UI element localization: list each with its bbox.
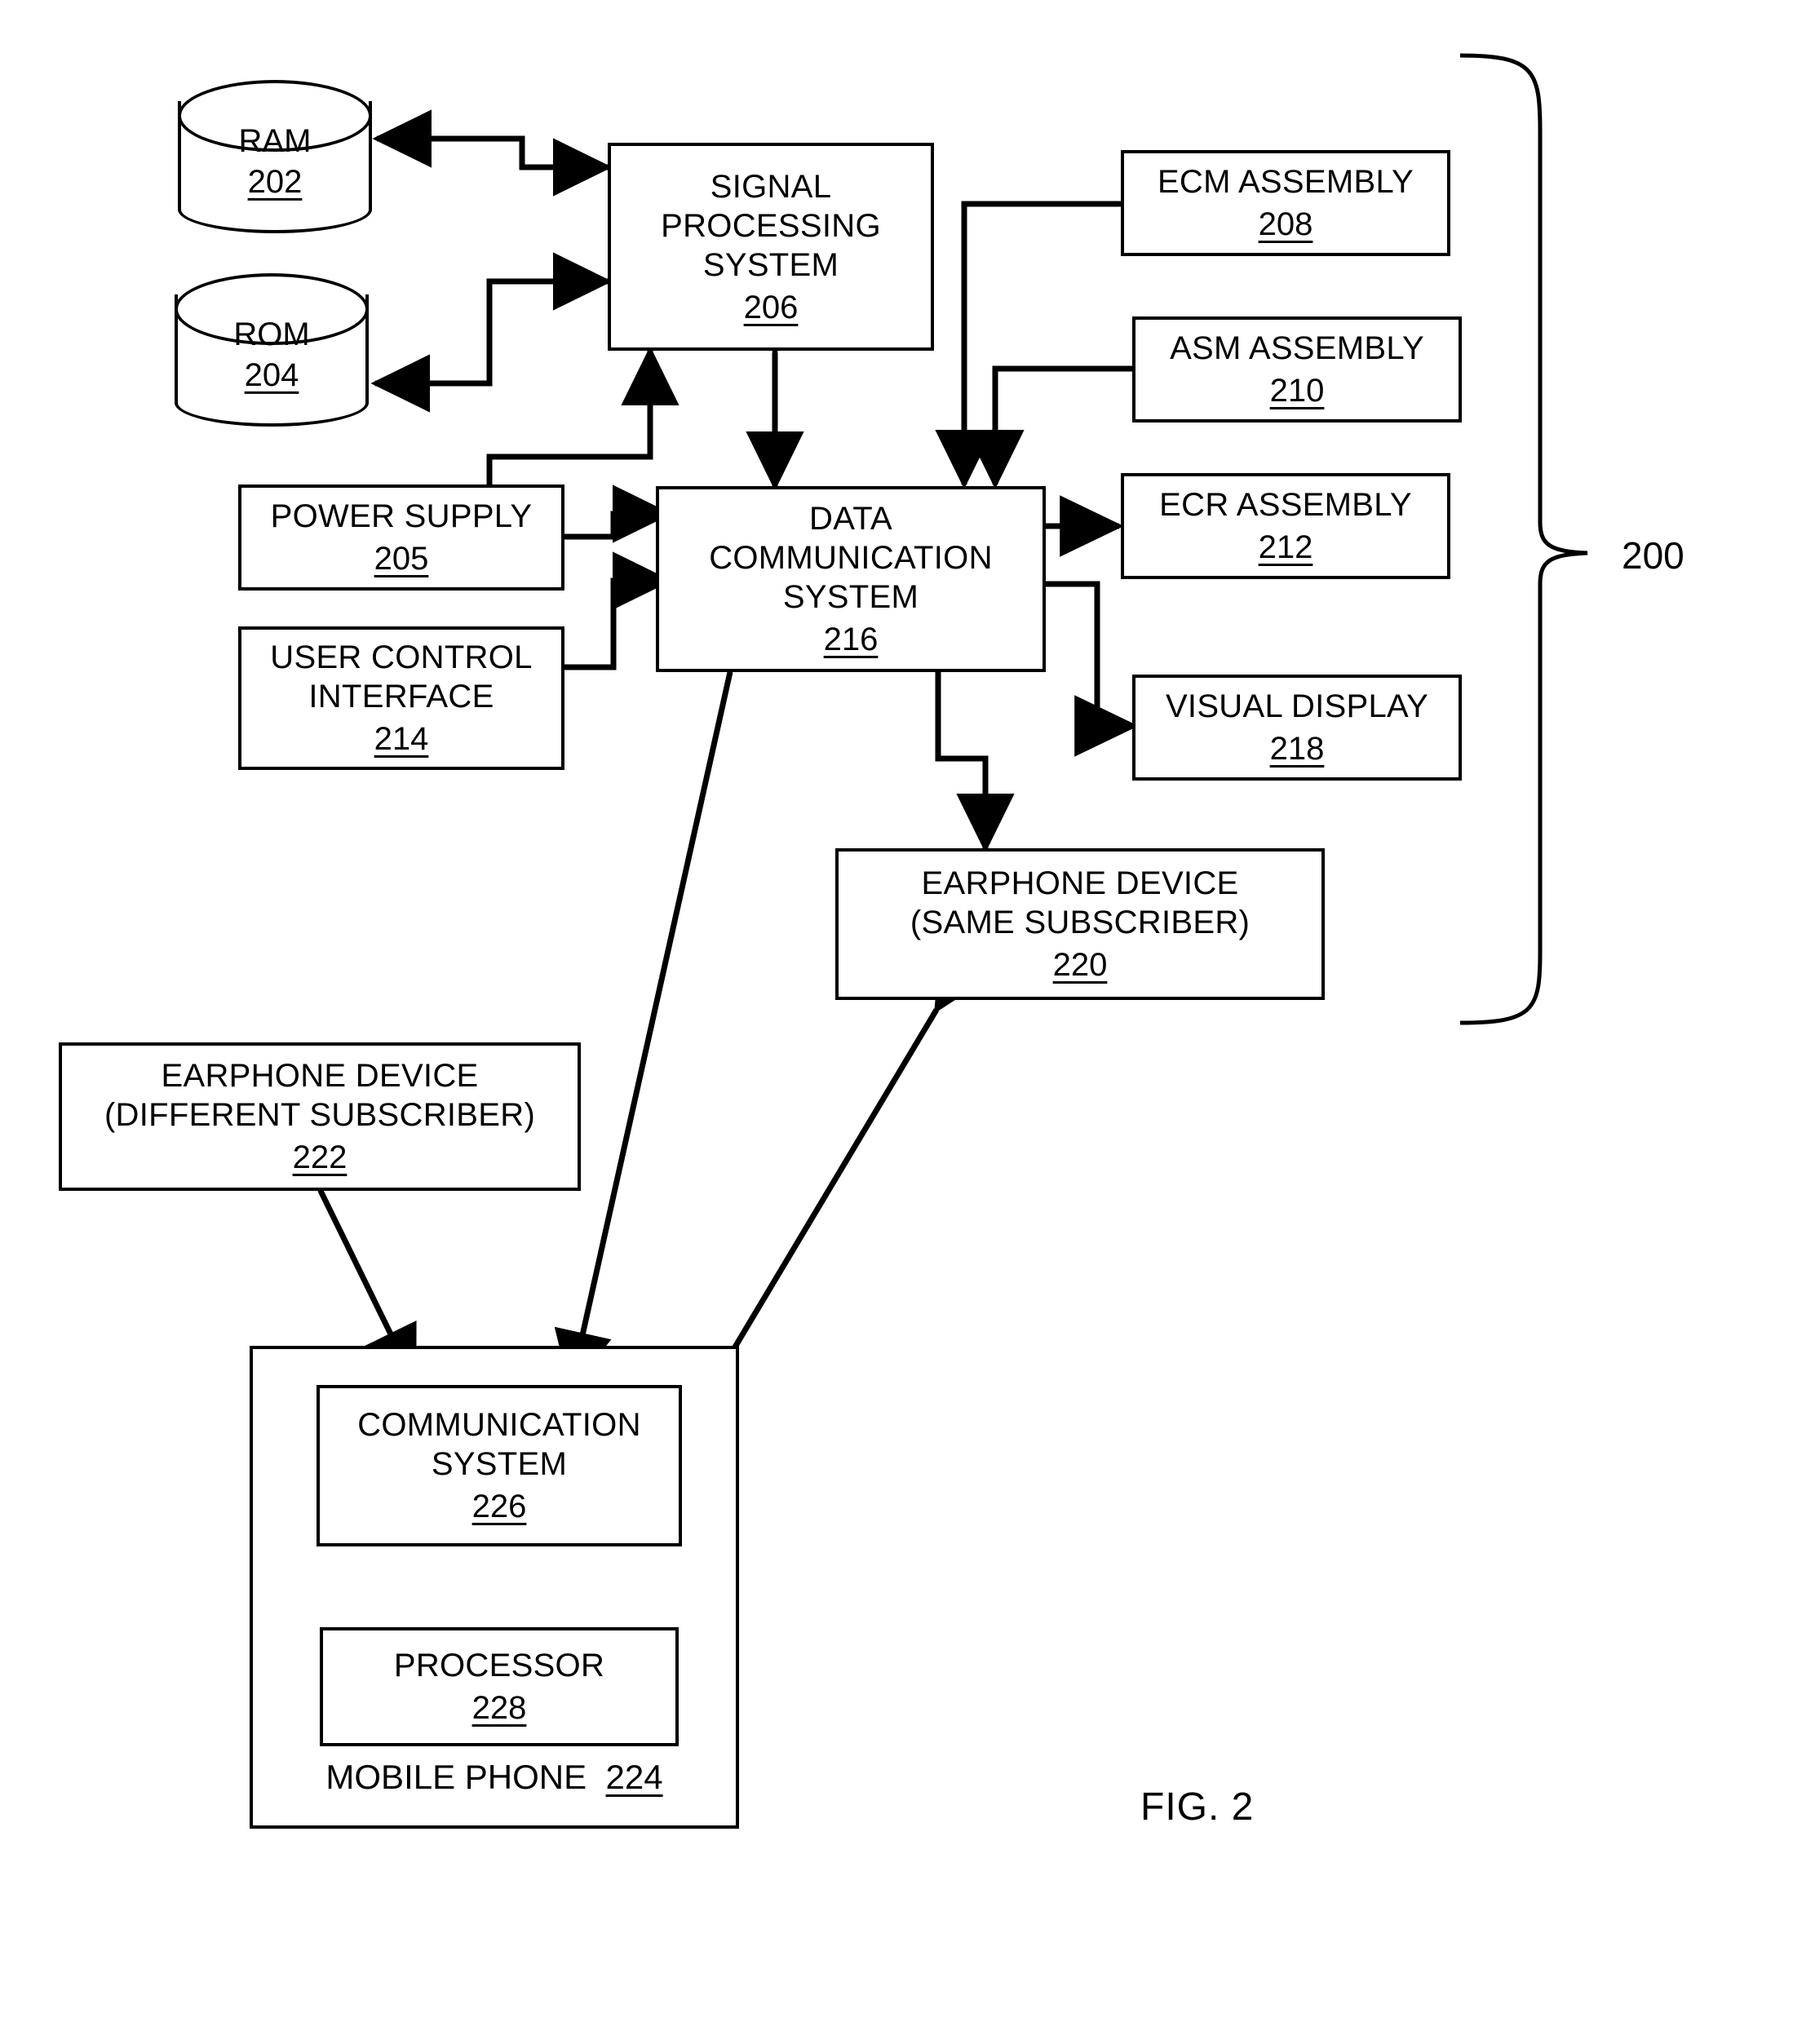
edge-216-226-bidirectional bbox=[554, 612, 771, 1391]
node-signal-processing-system: SIGNAL PROCESSING SYSTEM 206 bbox=[608, 143, 934, 351]
edge-214-to-216 bbox=[564, 551, 672, 670]
system-reference-label: 200 bbox=[1622, 534, 1684, 577]
mobile-phone-caption: MOBILE PHONE 224 bbox=[253, 1757, 736, 1798]
ecr-assembly-number: 212 bbox=[1258, 529, 1313, 565]
figure-caption: FIG. 2 bbox=[1140, 1785, 1255, 1829]
edge-206-to-202 bbox=[372, 109, 608, 170]
ram-label: RAM 202 bbox=[178, 122, 372, 201]
ram-title: RAM bbox=[238, 122, 312, 159]
node-ecm-assembly: ECM ASSEMBLY 208 bbox=[1121, 150, 1450, 256]
power-supply-number: 205 bbox=[374, 541, 429, 577]
node-communication-system: COMMUNICATION SYSTEM 226 bbox=[317, 1385, 682, 1546]
edge-205-to-216 bbox=[564, 484, 672, 543]
rom-title: ROM bbox=[233, 316, 310, 352]
data-communication-system-title: DATA COMMUNICATION SYSTEM bbox=[709, 501, 993, 615]
earphone-different-subscriber-number: 222 bbox=[292, 1139, 348, 1175]
visual-display-number: 218 bbox=[1269, 731, 1325, 767]
visual-display-title: VISUAL DISPLAY bbox=[1165, 688, 1429, 724]
signal-processing-system-title: SIGNAL PROCESSING SYSTEM bbox=[661, 168, 881, 283]
communication-system-title: COMMUNICATION SYSTEM bbox=[357, 1407, 641, 1482]
node-data-communication-system: DATA COMMUNICATION SYSTEM 216 bbox=[656, 486, 1046, 672]
rom-label: ROM 204 bbox=[175, 315, 369, 395]
edge-206-to-204 bbox=[370, 278, 608, 413]
processor-number: 228 bbox=[471, 1690, 527, 1726]
ecr-assembly-title: ECR ASSEMBLY bbox=[1159, 487, 1412, 523]
edge-216-220-bidirectional bbox=[909, 615, 1015, 853]
system-bracket bbox=[1459, 53, 1588, 1025]
node-user-control-interface: USER CONTROL INTERFACE 214 bbox=[238, 626, 564, 770]
earphone-same-subscriber-title: EARPHONE DEVICE (SAME SUBSCRIBER) bbox=[910, 865, 1251, 940]
node-power-supply: POWER SUPPLY 205 bbox=[238, 484, 564, 591]
earphone-same-subscriber-number: 220 bbox=[1052, 947, 1108, 983]
power-supply-title: POWER SUPPLY bbox=[270, 498, 533, 534]
node-rom: ROM 204 bbox=[175, 273, 369, 427]
ecm-assembly-title: ECM ASSEMBLY bbox=[1157, 164, 1414, 200]
asm-assembly-number: 210 bbox=[1269, 373, 1325, 409]
mobile-phone-number: 224 bbox=[605, 1757, 663, 1796]
rom-number: 204 bbox=[244, 356, 299, 393]
mobile-phone-title: MOBILE PHONE bbox=[325, 1757, 587, 1796]
node-earphone-device-different-subscriber: EARPHONE DEVICE (DIFFERENT SUBSCRIBER) 2… bbox=[59, 1042, 581, 1191]
edge-205-to-206 bbox=[486, 346, 680, 489]
edge-216-to-218 bbox=[1046, 581, 1139, 757]
signal-processing-system-number: 206 bbox=[743, 289, 799, 325]
communication-system-number: 226 bbox=[471, 1489, 527, 1524]
node-processor: PROCESSOR 228 bbox=[320, 1627, 679, 1746]
user-control-interface-number: 214 bbox=[374, 721, 429, 757]
node-visual-display: VISUAL DISPLAY 218 bbox=[1132, 675, 1462, 781]
data-communication-system-number: 216 bbox=[823, 622, 879, 657]
node-asm-assembly: ASM ASSEMBLY 210 bbox=[1132, 316, 1462, 423]
node-mobile-phone: COMMUNICATION SYSTEM 226 PROCESSOR 228 M… bbox=[250, 1346, 739, 1829]
node-earphone-device-same-subscriber: EARPHONE DEVICE (SAME SUBSCRIBER) 220 bbox=[835, 848, 1325, 1000]
edge-208-to-216 bbox=[935, 201, 1122, 489]
ram-number: 202 bbox=[247, 163, 303, 200]
edge-210-to-216 bbox=[966, 365, 1134, 489]
user-control-interface-title: USER CONTROL INTERFACE bbox=[270, 639, 533, 715]
node-ram: RAM 202 bbox=[178, 80, 372, 233]
node-ecr-assembly: ECR ASSEMBLY 212 bbox=[1121, 473, 1450, 579]
ecm-assembly-number: 208 bbox=[1258, 206, 1313, 242]
processor-title: PROCESSOR bbox=[393, 1648, 605, 1683]
asm-assembly-title: ASM ASSEMBLY bbox=[1170, 330, 1424, 366]
earphone-different-subscriber-title: EARPHONE DEVICE (DIFFERENT SUBSCRIBER) bbox=[104, 1058, 536, 1133]
patent-figure-page: RAM 202 ROM 204 SIGNAL PROCESSING SYSTEM… bbox=[0, 0, 1815, 2044]
